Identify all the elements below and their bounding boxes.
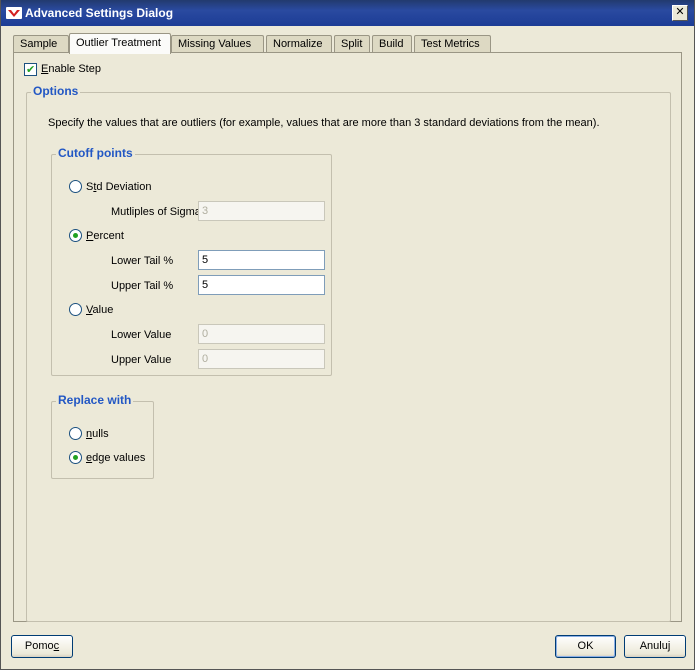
- lower-value-input[interactable]: 0: [198, 324, 325, 344]
- value-radio[interactable]: [69, 303, 82, 316]
- sigma-label: Mutliples of Sigma: [111, 206, 201, 218]
- std-deviation-radio[interactable]: [69, 180, 82, 193]
- edge-values-label[interactable]: edge values: [86, 452, 145, 464]
- replace-with-group: Replace with nulls edge values: [51, 393, 154, 479]
- value-label[interactable]: Value: [86, 304, 113, 316]
- replace-with-legend: Replace with: [56, 393, 134, 407]
- tab-test-metrics[interactable]: Test Metrics: [414, 35, 491, 53]
- std-deviation-label[interactable]: Std Deviation: [86, 181, 151, 193]
- sigma-input[interactable]: 3: [198, 201, 325, 221]
- nulls-label[interactable]: nulls: [86, 428, 109, 440]
- cutoff-points-legend: Cutoff points: [56, 146, 135, 160]
- close-button[interactable]: ✕: [672, 5, 688, 21]
- tab-split[interactable]: Split: [334, 35, 370, 53]
- enable-step-label: Enable Step: [41, 63, 101, 75]
- help-button[interactable]: Pomoc: [11, 635, 73, 658]
- lower-tail-input[interactable]: 5: [198, 250, 325, 270]
- outlier-treatment-panel: ✔ Enable Step Options Specify the values…: [13, 52, 682, 622]
- tab-sample[interactable]: Sample: [13, 35, 69, 53]
- upper-value-input[interactable]: 0: [198, 349, 325, 369]
- cutoff-points-group: Cutoff points Std Deviation Mutliples of…: [51, 146, 332, 376]
- upper-value-label: Upper Value: [111, 354, 172, 366]
- percent-radio[interactable]: [69, 229, 82, 242]
- options-legend: Options: [31, 84, 81, 98]
- app-logo-icon: [6, 7, 22, 19]
- options-group: Options Specify the values that are outl…: [26, 84, 671, 622]
- checkmark-icon: ✔: [26, 64, 36, 76]
- title-bar: Advanced Settings Dialog ✕: [1, 0, 694, 26]
- tab-normalize[interactable]: Normalize: [266, 35, 332, 53]
- percent-label[interactable]: Percent: [86, 230, 124, 242]
- tab-outlier-treatment[interactable]: Outlier Treatment: [69, 33, 171, 54]
- close-icon: ✕: [675, 6, 685, 18]
- tab-build[interactable]: Build: [372, 35, 412, 53]
- upper-tail-input[interactable]: 5: [198, 275, 325, 295]
- advanced-settings-dialog: Advanced Settings Dialog ✕ Sample Outlie…: [0, 0, 695, 670]
- tab-missing-values[interactable]: Missing Values: [171, 35, 264, 53]
- options-description: Specify the values that are outliers (fo…: [48, 117, 600, 129]
- cancel-button[interactable]: Anuluj: [624, 635, 686, 658]
- nulls-radio[interactable]: [69, 427, 82, 440]
- window-title: Advanced Settings Dialog: [25, 6, 174, 20]
- ok-button[interactable]: OK: [555, 635, 616, 658]
- upper-tail-label: Upper Tail %: [111, 280, 174, 292]
- lower-value-label: Lower Value: [111, 329, 172, 341]
- edge-values-radio[interactable]: [69, 451, 82, 464]
- lower-tail-label: Lower Tail %: [111, 255, 174, 267]
